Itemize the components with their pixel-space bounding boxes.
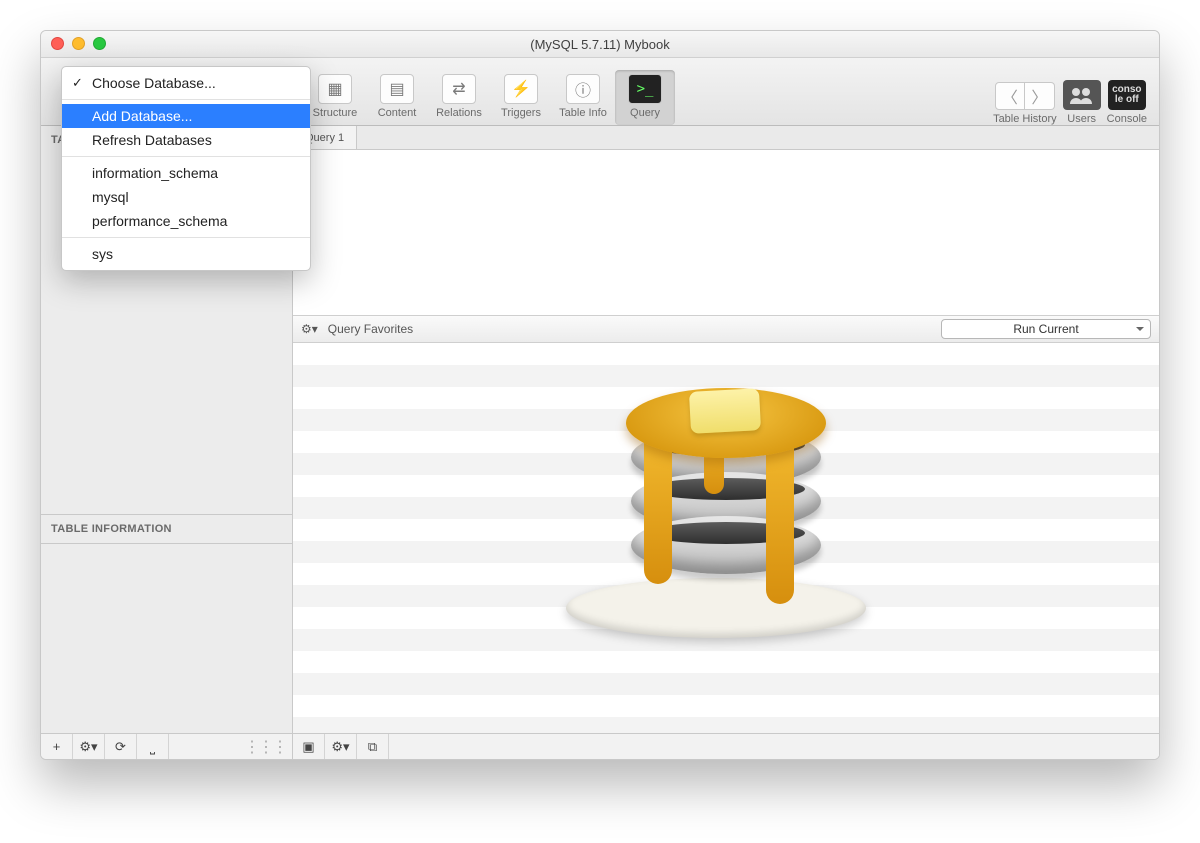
toggle-info-pane-button[interactable]: ⎵ [137,734,169,760]
history-back-button[interactable]: 〈 [995,82,1025,110]
bottom-tools: ▣ ⚙︎▾ ⧉ [293,733,1159,759]
minimize-window-button[interactable] [72,37,85,50]
table-information-pane [41,543,292,733]
chevron-left-icon: 〈 [1002,84,1018,108]
sidebar-gear-menu[interactable]: ⚙︎▾ [73,734,105,760]
close-window-button[interactable] [51,37,64,50]
dropdown-db-item[interactable]: information_schema [62,161,310,185]
tab-query[interactable]: >_ Query [615,70,675,125]
gear-icon: ⚙︎▾ [79,739,97,755]
info-icon: ⓘ [566,74,600,104]
dropdown-choose-database[interactable]: Choose Database... [62,71,310,95]
terminal-icon: >_ [628,74,662,104]
triggers-icon: ⚡ [504,74,538,104]
window-title: (MySQL 5.7.11) Mybook [530,37,669,52]
tab-content[interactable]: ▤ Content [367,70,427,125]
dropdown-db-item[interactable]: performance_schema [62,209,310,233]
dropdown-db-item[interactable]: mysql [62,185,310,209]
table-history: 〈 〉 Table History [993,82,1057,125]
query-tabbar: Query 1 [293,126,1159,150]
sidebar-tools: + ⚙︎▾ ⟳ ⎵ ⋮⋮⋮ [41,733,292,759]
users-icon [1063,80,1101,110]
query-bar: ⚙︎▾ Query Favorites Run Current [293,315,1159,343]
database-dropdown: Choose Database... Add Database... Refre… [61,66,311,271]
titlebar: (MySQL 5.7.11) Mybook [41,31,1159,58]
refresh-icon: ⟳ [115,739,126,755]
sidebar-resize-handle[interactable]: ⋮⋮⋮ [244,737,292,757]
history-forward-button[interactable]: 〉 [1025,82,1055,110]
bottom-gear-menu[interactable]: ⚙︎▾ [325,734,357,760]
content-icon: ▤ [380,74,414,104]
query-gear-menu[interactable]: ⚙︎▾ [301,322,318,336]
chevron-right-icon: 〉 [1031,84,1047,108]
divider [62,99,310,100]
dropdown-add-database[interactable]: Add Database... [62,104,310,128]
refresh-button[interactable]: ⟳ [105,734,137,760]
main-area: Query 1 ⚙︎▾ Query Favorites Run Current [293,126,1159,759]
tab-relations[interactable]: ⇄ Relations [429,70,489,125]
results-pane [293,343,1159,733]
plus-icon: + [53,739,61,754]
toolbar-tabs: ▦ Structure ▤ Content ⇄ Relations ⚡ Trig… [305,70,675,125]
add-table-button[interactable]: + [41,734,73,760]
dropdown-refresh-databases[interactable]: Refresh Databases [62,128,310,152]
divider [62,237,310,238]
console-icon: conso le off [1108,80,1146,110]
zoom-window-button[interactable] [93,37,106,50]
users-toolbar[interactable]: Users [1063,80,1101,125]
bottom-expand-button[interactable]: ▣ [293,734,325,760]
query-favorites-label[interactable]: Query Favorites [328,322,413,336]
dropdown-db-sys[interactable]: sys [62,242,310,266]
tab-table-info[interactable]: ⓘ Table Info [553,70,613,125]
gear-icon: ⚙︎▾ [331,739,349,755]
collapse-icon: ⎵ [150,739,155,755]
tab-structure[interactable]: ▦ Structure [305,70,365,125]
sidebar-info-header: TABLE INFORMATION [41,514,292,543]
run-mode-select[interactable]: Run Current [941,319,1151,339]
tab-triggers[interactable]: ⚡ Triggers [491,70,551,125]
query-editor[interactable] [293,150,1159,315]
expand-icon: ▣ [302,739,314,755]
relations-icon: ⇄ [442,74,476,104]
panel-icon: ⧉ [368,739,377,755]
divider [62,156,310,157]
app-logo [293,343,1159,733]
traffic-lights [51,37,106,50]
console-toolbar[interactable]: conso le off Console [1107,80,1147,125]
structure-icon: ▦ [318,74,352,104]
bottom-panel-button[interactable]: ⧉ [357,734,389,760]
app-window: (MySQL 5.7.11) Mybook ▦ Structure ▤ Cont… [40,30,1160,760]
